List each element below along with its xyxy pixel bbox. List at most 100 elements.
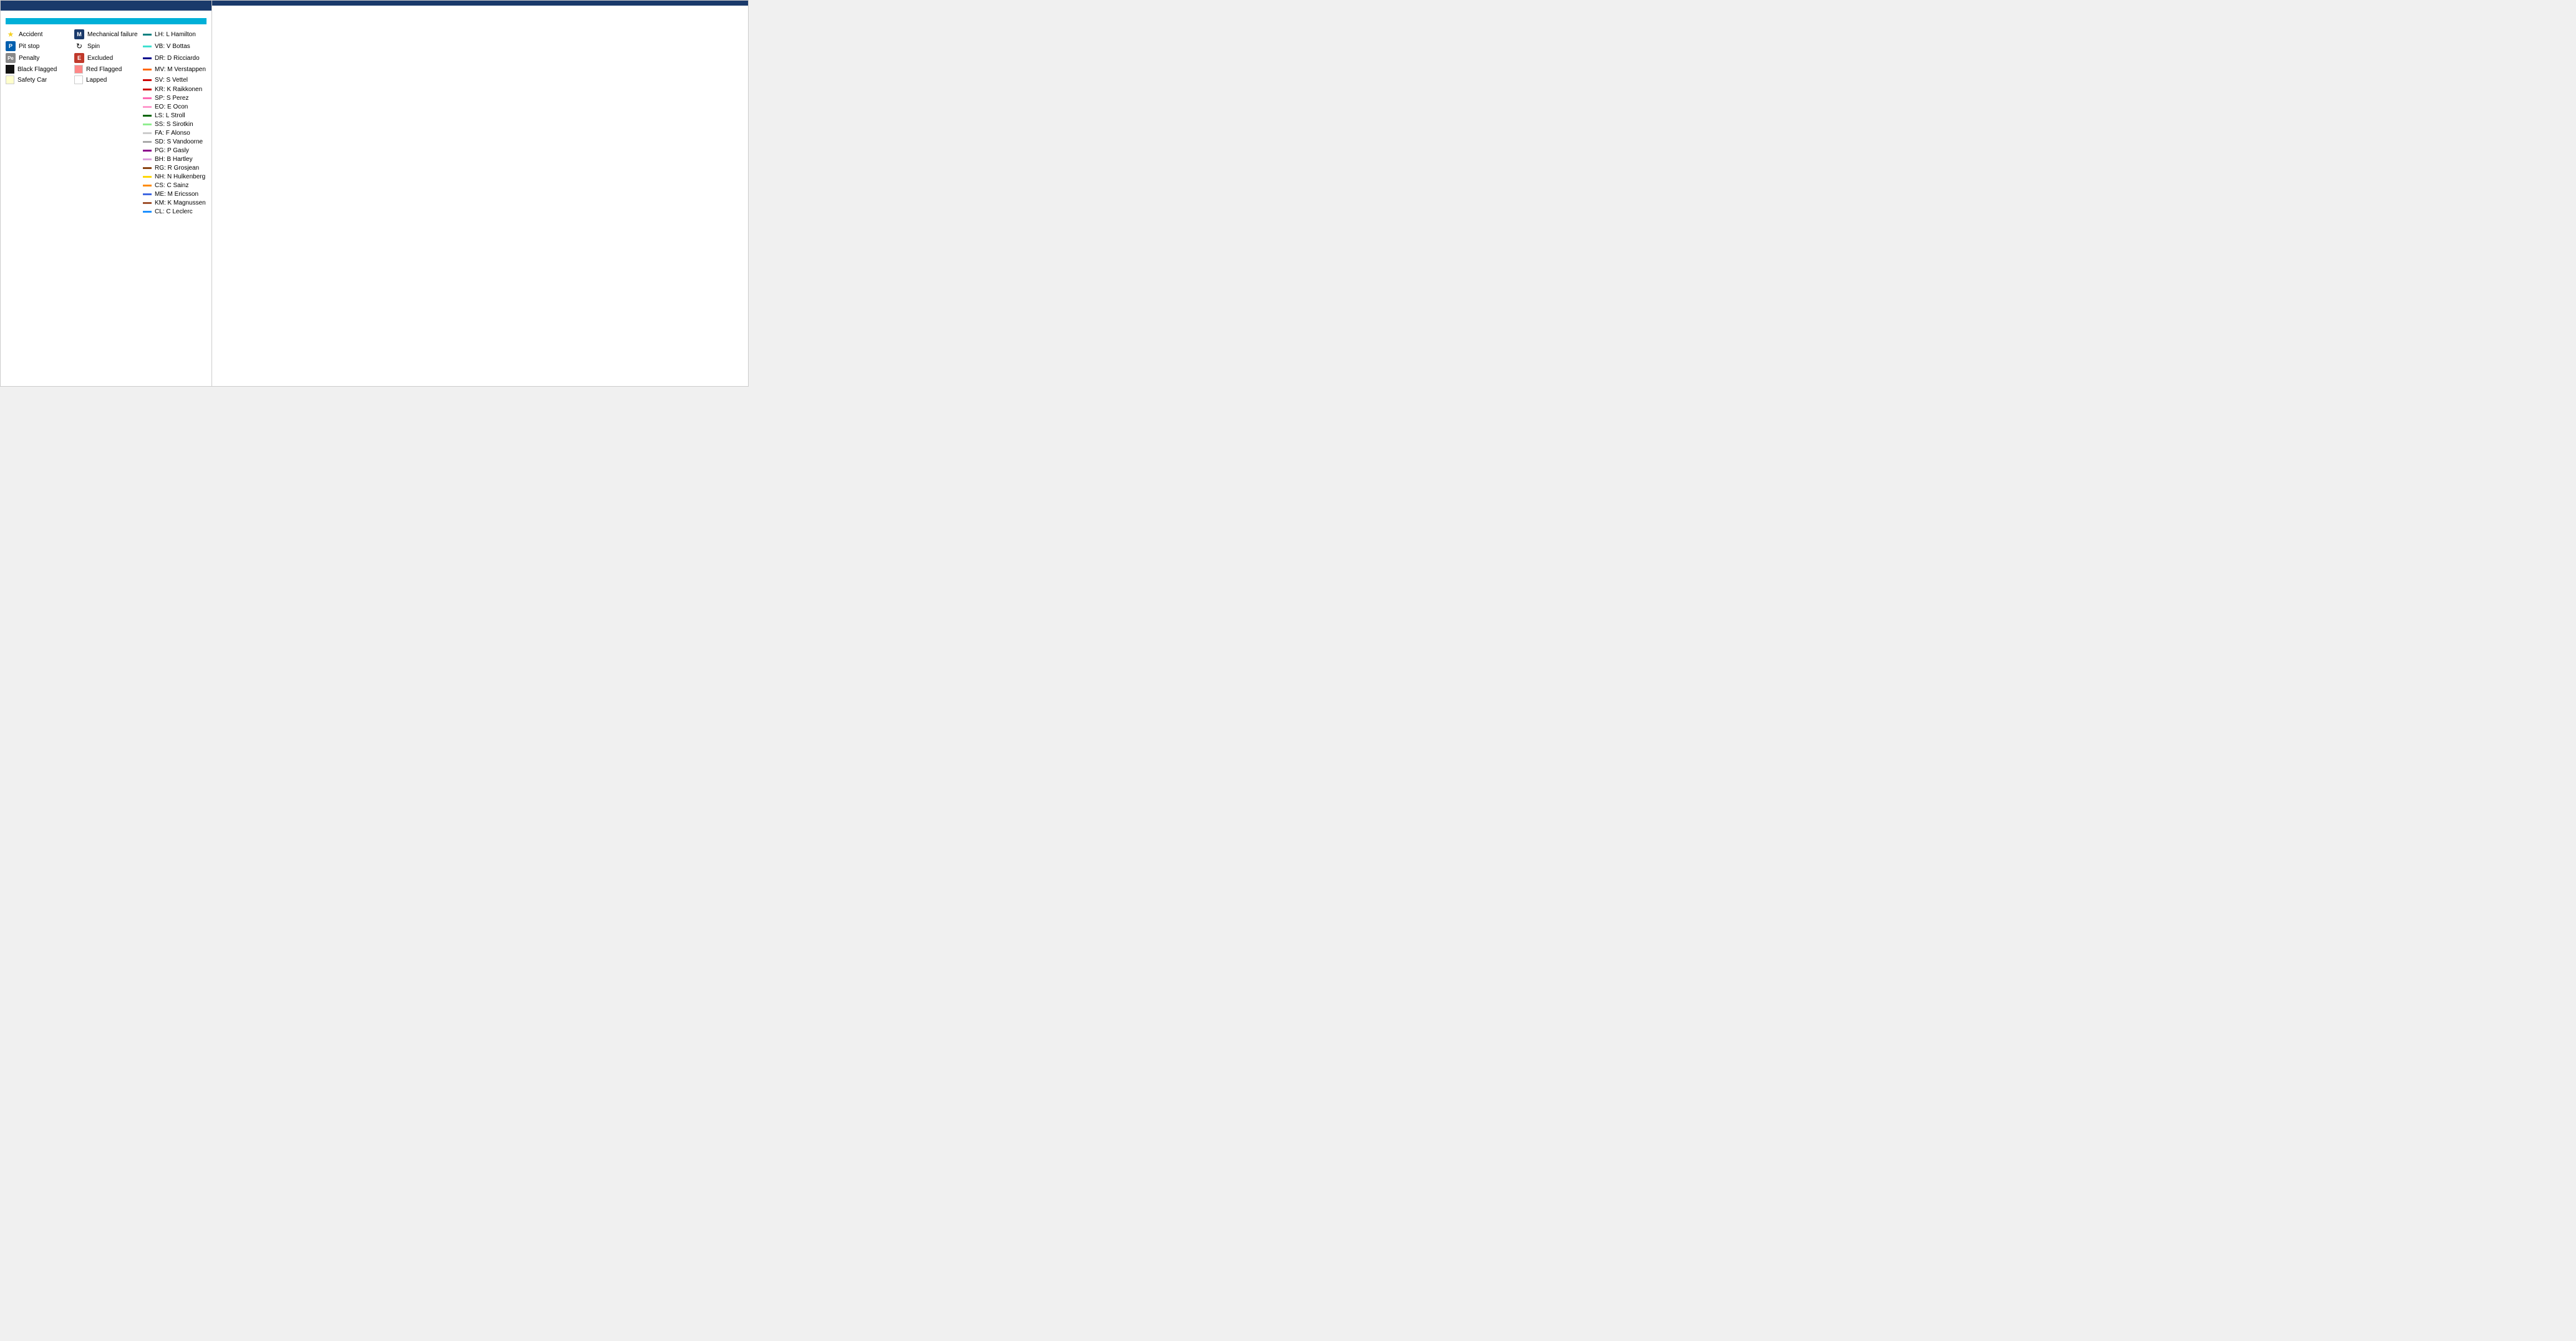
driver-rg-color <box>143 167 152 169</box>
driver-kr-color <box>143 89 152 90</box>
driver-ss-color <box>143 123 152 125</box>
driver-vb-color <box>143 46 152 47</box>
safetycar-box <box>6 75 14 84</box>
key-spacer17 <box>6 156 69 163</box>
key-spacer26 <box>74 191 138 198</box>
key-driver-ls: LS: L Stroll <box>143 112 207 119</box>
key-spacer13 <box>6 138 69 145</box>
driver-km-color <box>143 202 152 204</box>
key-driver-dr: DR: D Ricciardo <box>143 53 207 63</box>
key-spacer15 <box>6 147 69 154</box>
key-driver-cl: CL: C Leclerc <box>143 208 207 215</box>
spin-icon: ↻ <box>74 41 84 51</box>
key-spacer19 <box>6 165 69 172</box>
round-row <box>1 1 211 11</box>
key-spacer16 <box>74 147 138 154</box>
key-driver-bh: BH: B Hartley <box>143 156 207 163</box>
key-spacer9 <box>6 121 69 128</box>
penalty-label: Penalty <box>19 55 39 62</box>
key-spacer14 <box>74 138 138 145</box>
spin-label: Spin <box>87 43 100 50</box>
key-spacer8 <box>74 112 138 119</box>
key-driver-fa: FA: F Alonso <box>143 130 207 137</box>
key-driver-kr: KR: K Raikkonen <box>143 86 207 93</box>
mechanical-icon: M <box>74 29 84 39</box>
key-spacer10 <box>74 121 138 128</box>
key-driver-km: KM: K Magnussen <box>143 200 207 206</box>
right-panel <box>212 0 749 387</box>
redflag-label: Red Flagged <box>86 66 122 73</box>
key-penalty: Pe Penalty <box>6 53 69 63</box>
key-driver-vb: VB: V Bottas <box>143 41 207 51</box>
key-accident: ★ Accident <box>6 29 69 39</box>
key-spacer22 <box>74 173 138 180</box>
lapped-box <box>74 75 83 84</box>
key-spacer1 <box>6 86 69 93</box>
redflag-box <box>74 65 83 74</box>
key-spacer23 <box>6 182 69 189</box>
key-driver-cs: CS: C Sainz <box>143 182 207 189</box>
driver-bh-color <box>143 158 152 160</box>
key-spacer7 <box>6 112 69 119</box>
key-spacer21 <box>6 173 69 180</box>
safetycar-label: Safety Car <box>17 77 47 84</box>
key-lapped: Lapped <box>74 75 138 84</box>
blackflag-box <box>6 65 14 74</box>
driver-mv-color <box>143 69 152 70</box>
key-driver-me: ME: M Ericsson <box>143 191 207 198</box>
key-spacer30 <box>74 208 138 215</box>
key-driver-sd: SD: S Vandoorne <box>143 138 207 145</box>
key-spacer5 <box>6 104 69 110</box>
key-spacer3 <box>6 95 69 102</box>
key-driver-ss: SS: S Sirotkin <box>143 121 207 128</box>
left-panel: ★ Accident M Mechanical failure LH: L Ha… <box>0 0 212 387</box>
lapped-label: Lapped <box>86 77 107 84</box>
key-spacer11 <box>6 130 69 137</box>
penalty-icon: Pe <box>6 53 16 63</box>
key-spacer2 <box>74 86 138 93</box>
key-driver-sv: SV: S Vettel <box>143 75 207 84</box>
key-header <box>6 18 207 24</box>
key-driver-pg: PG: P Gasly <box>143 147 207 154</box>
circuit-title <box>212 1 748 6</box>
driver-nh-color <box>143 176 152 178</box>
key-spacer12 <box>74 130 138 137</box>
race-chart <box>212 6 749 374</box>
key-pitstop: P Pit stop <box>6 41 69 51</box>
key-spacer6 <box>74 104 138 110</box>
key-spacer27 <box>6 200 69 206</box>
mechanical-label: Mechanical failure <box>87 31 138 38</box>
accident-icon: ★ <box>6 29 16 39</box>
driver-cl-color <box>143 211 152 213</box>
blackflag-label: Black Flagged <box>17 66 57 73</box>
key-spacer25 <box>6 191 69 198</box>
driver-fa-color <box>143 132 152 134</box>
driver-sd-color <box>143 141 152 143</box>
pitstop-icon: P <box>6 41 16 51</box>
key-driver-nh: NH: N Hulkenberg <box>143 173 207 180</box>
key-grid: ★ Accident M Mechanical failure LH: L Ha… <box>6 29 207 215</box>
driver-ls-color <box>143 115 152 117</box>
key-mechanical: M Mechanical failure <box>74 29 138 39</box>
driver-lh-color <box>143 34 152 36</box>
key-safetycar: Safety Car <box>6 75 69 84</box>
excluded-icon: E <box>74 53 84 63</box>
key-blackflag: Black Flagged <box>6 65 69 74</box>
driver-dr-color <box>143 57 152 59</box>
key-spin: ↻ Spin <box>74 41 138 51</box>
key-driver-sp: SP: S Perez <box>143 95 207 102</box>
key-redflag: Red Flagged <box>74 65 138 74</box>
key-spacer4 <box>74 95 138 102</box>
driver-cs-color <box>143 185 152 186</box>
key-spacer24 <box>74 182 138 189</box>
key-spacer29 <box>6 208 69 215</box>
key-section: ★ Accident M Mechanical failure LH: L Ha… <box>1 13 211 220</box>
key-spacer28 <box>74 200 138 206</box>
driver-sv-color <box>143 79 152 81</box>
key-driver-lh: LH: L Hamilton <box>143 29 207 39</box>
key-spacer18 <box>74 156 138 163</box>
key-driver-eo: EO: E Ocon <box>143 104 207 110</box>
driver-me-color <box>143 193 152 195</box>
key-spacer20 <box>74 165 138 172</box>
key-driver-rg: RG: R Grosjean <box>143 165 207 172</box>
